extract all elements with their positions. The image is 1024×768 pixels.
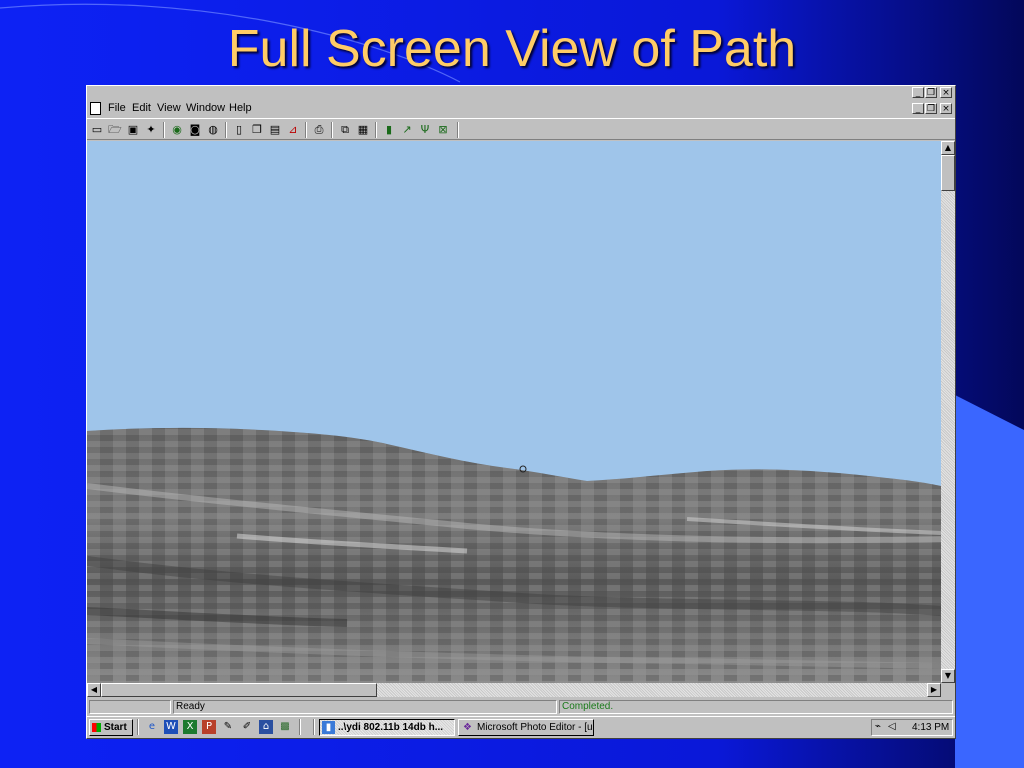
link-icon[interactable]: ↗ — [399, 122, 415, 137]
record-icon[interactable]: ◙ — [187, 122, 203, 137]
toolbar: ▭ 🗁 ▣ ✦ ◉ ◙ ◍ ▯ ❐ ▤ ⊿ ⎙ ⧉ ▦ ▮ ↗ Ψ ⊠ — [87, 118, 955, 140]
terrain-viewport[interactable] — [87, 141, 941, 683]
windows-logo-icon — [92, 723, 101, 732]
doc-close-icon[interactable]: × — [940, 103, 952, 114]
copy-icon[interactable]: ⧉ — [337, 122, 353, 137]
horizontal-scrollbar[interactable]: ◀ ▶ — [87, 683, 941, 697]
menu-window[interactable]: Window — [186, 102, 225, 114]
print-icon[interactable]: ⎙ — [311, 122, 327, 137]
taskbar-separator — [299, 719, 301, 735]
status-panel-empty — [89, 700, 171, 714]
copy-page-icon[interactable]: ❐ — [249, 122, 265, 137]
window-title-bar: _ ❐ × — [87, 86, 955, 100]
vertical-scroll-thumb[interactable] — [941, 155, 955, 191]
scroll-down-icon[interactable]: ▼ — [941, 669, 955, 683]
horizontal-scroll-thumb[interactable] — [101, 683, 377, 697]
new-file-icon[interactable]: ▭ — [89, 122, 105, 137]
powerpoint-icon[interactable]: P — [202, 720, 216, 734]
map-icon[interactable]: ▩ — [278, 720, 292, 734]
doc-restore-icon[interactable]: ❐ — [925, 103, 937, 114]
terrain-app-icon: ▮ — [322, 721, 335, 734]
close-icon[interactable]: × — [940, 87, 952, 98]
toolbar-separator — [305, 122, 307, 138]
book-icon[interactable]: ▮ — [381, 122, 397, 137]
close-view-icon[interactable]: ⊠ — [435, 122, 451, 137]
volume-icon[interactable]: ◁ — [888, 721, 896, 732]
minimize-icon[interactable]: _ — [912, 87, 924, 98]
query-icon[interactable]: ◍ — [205, 122, 221, 137]
task-button-terrain-app[interactable]: ▮ ..\ydi 802.11b 14db h... — [319, 719, 455, 736]
taskbar: Start e W X P ✎ ✐ ⌂ ▩ ▮ ..\ydi 802.11b 1… — [87, 716, 955, 738]
menu-view[interactable]: View — [157, 102, 181, 114]
terrain-render — [87, 141, 941, 683]
toolbar-separator — [225, 122, 227, 138]
toolbar-separator — [457, 122, 459, 138]
pdf-icon[interactable]: ⊿ — [285, 122, 301, 137]
application-window: _ ❐ × File Edit View Window Help _ ❐ × ▭… — [86, 85, 956, 739]
start-label: Start — [104, 722, 127, 733]
start-button[interactable]: Start — [89, 719, 133, 736]
notepad-icon[interactable]: ✐ — [240, 720, 254, 734]
ie-icon[interactable]: e — [145, 720, 159, 734]
toolbar-separator — [331, 122, 333, 138]
status-text-ready: Ready — [173, 700, 557, 714]
tools-icon[interactable]: ✦ — [143, 122, 159, 137]
antenna-icon[interactable]: Ψ — [417, 122, 433, 137]
network-icon[interactable]: ⌂ — [259, 720, 273, 734]
menu-bar: File Edit View Window Help _ ❐ × — [87, 100, 955, 117]
globe-icon[interactable]: ◉ — [169, 122, 185, 137]
taskbar-separator — [313, 719, 315, 735]
scroll-left-icon[interactable]: ◀ — [87, 683, 101, 697]
task-label: ..\ydi 802.11b 14db h... — [338, 722, 444, 733]
doc-minimize-icon[interactable]: _ — [912, 103, 924, 114]
vertical-scrollbar[interactable]: ▲ ▼ — [941, 141, 955, 683]
scroll-corner — [941, 683, 955, 697]
slide-title: Full Screen View of Path — [227, 20, 797, 78]
menu-help[interactable]: Help — [229, 102, 252, 114]
taskbar-separator — [137, 719, 139, 735]
document-icon[interactable]: ▤ — [267, 122, 283, 137]
document-menu-icon[interactable] — [90, 102, 101, 115]
system-tray: ⌁ ◁ 4:13 PM — [871, 719, 953, 736]
photo-editor-icon: ❖ — [463, 722, 472, 733]
word-icon[interactable]: W — [164, 720, 178, 734]
task-label: Microsoft Photo Editor - [u... — [477, 722, 594, 733]
restore-icon[interactable]: ❐ — [925, 87, 937, 98]
status-bar: Ready Completed. — [87, 699, 955, 715]
paste-icon[interactable]: ▦ — [355, 122, 371, 137]
save-icon[interactable]: ▣ — [125, 122, 141, 137]
toolbar-separator — [163, 122, 165, 138]
network-tray-icon[interactable]: ⌁ — [875, 721, 881, 732]
menu-edit[interactable]: Edit — [132, 102, 151, 114]
open-folder-icon[interactable]: 🗁 — [107, 122, 123, 137]
task-button-photo-editor[interactable]: ❖ Microsoft Photo Editor - [u... — [458, 719, 594, 736]
paint-icon[interactable]: ✎ — [221, 720, 235, 734]
toolbar-separator — [375, 122, 377, 138]
scroll-right-icon[interactable]: ▶ — [927, 683, 941, 697]
menu-file[interactable]: File — [108, 102, 126, 114]
status-text-completed: Completed. — [559, 700, 953, 714]
excel-icon[interactable]: X — [183, 720, 197, 734]
page-icon[interactable]: ▯ — [231, 122, 247, 137]
scroll-up-icon[interactable]: ▲ — [941, 141, 955, 155]
clock[interactable]: 4:13 PM — [912, 722, 949, 733]
